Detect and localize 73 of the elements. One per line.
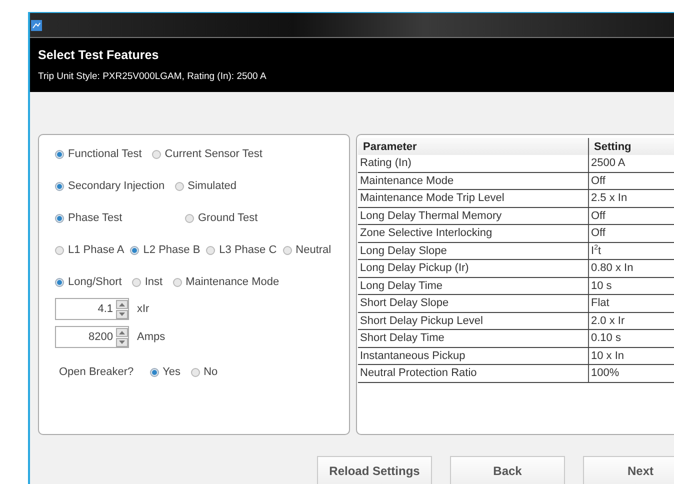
table-cell: Short Delay Time (358, 330, 588, 347)
table-cell: 10 x In (588, 347, 674, 364)
table-cell: Neutral Protection Ratio (358, 364, 588, 382)
radio-option[interactable]: Current Sensor Test (152, 148, 262, 160)
radio-option[interactable]: L2 Phase B (130, 244, 200, 256)
radio-option[interactable]: Functional Test (55, 148, 142, 160)
up-arrow-icon[interactable] (116, 328, 128, 336)
radio-button[interactable] (55, 278, 64, 286)
action-button[interactable]: Next (583, 456, 674, 484)
table-cell: Short Delay Slope (358, 294, 588, 312)
unit-label: xIr (137, 303, 150, 315)
field-label: Open Breaker? (59, 366, 134, 378)
unit-label: Amps (137, 331, 166, 343)
radio-button[interactable] (206, 246, 216, 254)
table-cell: Maintenance Mode Trip Level (358, 190, 588, 207)
table-cell: Off (588, 207, 674, 224)
radio-option[interactable]: Maintenance Mode (172, 276, 280, 288)
radio-button[interactable] (190, 368, 200, 376)
radio-button[interactable] (55, 182, 64, 190)
radio-option[interactable]: Long/Short (55, 276, 122, 288)
table-cell: Long Delay Thermal Memory (358, 207, 588, 224)
radio-option[interactable]: Simulated (174, 180, 237, 192)
action-button[interactable]: Reload Settings (317, 456, 432, 484)
table-cell: Flat (588, 294, 674, 312)
radio-button[interactable] (55, 214, 64, 222)
radio-option[interactable]: Neutral (282, 244, 332, 256)
radio-button[interactable] (152, 150, 161, 158)
table-cell: Long Delay Slope (358, 242, 588, 260)
page-title: Select Test Features (38, 48, 160, 62)
action-button[interactable]: Back (450, 456, 565, 484)
radio-button[interactable] (172, 278, 182, 286)
table-cell: 100% (588, 364, 674, 382)
number-spinner[interactable]: 4.1 (55, 298, 129, 320)
table-cell: 10 s (588, 277, 674, 294)
table-cell: Maintenance Mode (358, 172, 588, 190)
number-spinner[interactable]: 8200 (55, 326, 129, 348)
table-cell: Short Delay Pickup Level (358, 312, 588, 330)
up-arrow-icon[interactable] (116, 300, 128, 308)
table-cell: 2500 A (588, 155, 674, 172)
radio-option[interactable]: L1 Phase A (55, 244, 124, 256)
radio-button[interactable] (150, 368, 159, 376)
radio-option[interactable]: L3 Phase C (206, 244, 277, 256)
table-cell: Off (588, 172, 674, 190)
table-cell: Zone Selective Interlocking (358, 224, 588, 242)
radio-option[interactable]: Secondary Injection (55, 180, 165, 192)
column-header: Parameter (358, 138, 588, 155)
table-cell: I$^{2}$t (588, 242, 674, 260)
table-cell: Off (588, 224, 674, 242)
radio-button[interactable] (282, 246, 292, 254)
radio-button[interactable] (130, 246, 140, 254)
table-cell: Long Delay Time (358, 277, 588, 294)
table-cell: Long Delay Pickup (Ir) (358, 260, 588, 277)
radio-button[interactable] (132, 278, 141, 286)
table-cell: 2.5 x In (588, 190, 674, 207)
page-subtitle: Trip Unit Style: PXR25V000LGAM, Rating (In): 2500 A (38, 71, 268, 82)
radio-option[interactable]: No (190, 366, 218, 378)
radio-button[interactable] (55, 246, 64, 254)
table-cell: 0.80 x In (588, 260, 674, 277)
table-cell: Rating (In) (358, 155, 588, 172)
down-arrow-icon[interactable] (116, 310, 128, 318)
radio-option[interactable]: Ground Test (185, 212, 258, 224)
table-cell: 2.0 x Ir (588, 312, 674, 330)
down-arrow-icon[interactable] (116, 338, 128, 346)
radio-option[interactable]: Inst (132, 276, 163, 288)
column-header: Setting (588, 138, 674, 155)
app-icon (31, 20, 42, 30)
radio-button[interactable] (55, 150, 64, 158)
radio-button[interactable] (185, 214, 194, 222)
radio-option[interactable]: Phase Test (55, 212, 175, 224)
table-cell: 0.10 s (588, 330, 674, 347)
radio-option[interactable]: Yes (150, 366, 181, 378)
radio-button[interactable] (174, 182, 184, 190)
table-cell: Instantaneous Pickup (358, 347, 588, 364)
